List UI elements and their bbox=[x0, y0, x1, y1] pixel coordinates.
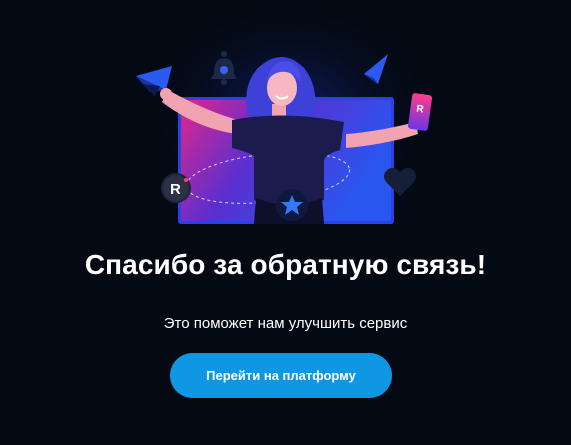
page-subtitle: Это поможет нам улучшить сервис bbox=[163, 315, 408, 332]
brand-logo-icon: R bbox=[161, 173, 191, 203]
go-to-platform-button[interactable]: Перейти на платформу bbox=[170, 353, 392, 398]
star-icon bbox=[276, 189, 308, 221]
thank-you-page: R R Спасибо за обратную связь! Это помож… bbox=[0, 0, 571, 445]
svg-text:R: R bbox=[170, 181, 181, 198]
page-title: Спасибо за обратную связь! bbox=[84, 249, 487, 280]
thank-you-illustration: R R bbox=[136, 0, 440, 224]
